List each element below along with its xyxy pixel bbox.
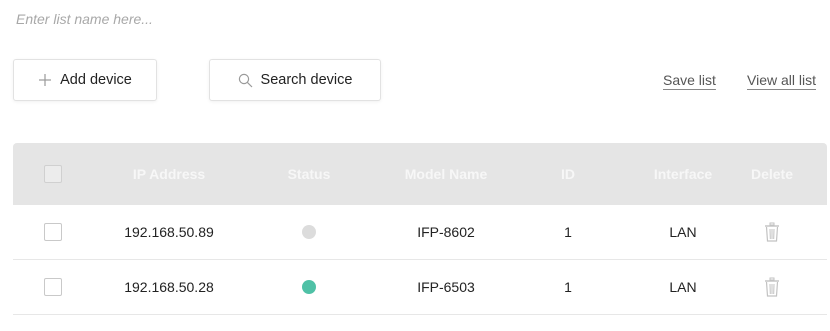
column-header-model-name: Model Name (404, 166, 488, 182)
save-list-link[interactable]: Save list (663, 72, 716, 88)
ip-address-cell: 192.168.50.28 (124, 279, 214, 295)
table-row: 192.168.50.28 IFP-6503 1 LAN (13, 260, 827, 315)
row-checkbox[interactable] (44, 223, 62, 241)
column-header-id: ID (561, 166, 575, 182)
add-device-button[interactable]: Add device (13, 59, 157, 101)
interface-cell: LAN (669, 224, 697, 240)
id-cell: 1 (564, 279, 572, 295)
status-cell (263, 260, 355, 314)
id-cell: 1 (564, 224, 572, 240)
trash-icon[interactable] (764, 222, 780, 242)
interface-cell: LAN (669, 279, 697, 295)
delete-cell (741, 205, 803, 259)
plus-icon (38, 73, 52, 87)
table-row: 192.168.50.89 IFP-8602 1 LAN (13, 205, 827, 260)
view-all-list-link[interactable]: View all list (747, 72, 816, 88)
device-table: IP Address Status Model Name ID Interfac… (13, 143, 827, 315)
status-indicator-dot (302, 225, 316, 239)
model-name-cell: IFP-6503 (417, 279, 475, 295)
search-device-button[interactable]: Search device (209, 59, 381, 101)
column-header-interface: Interface (653, 166, 713, 182)
column-header-ip-address: IP Address (132, 166, 206, 182)
table-header: IP Address Status Model Name ID Interfac… (13, 143, 827, 205)
column-header-delete: Delete (750, 166, 794, 182)
search-device-label: Search device (260, 72, 353, 88)
search-icon (238, 73, 253, 88)
column-header-status: Status (287, 166, 331, 182)
status-indicator-dot (302, 280, 316, 294)
select-all-checkbox[interactable] (44, 165, 62, 183)
ip-address-cell: 192.168.50.89 (124, 224, 214, 240)
status-cell (263, 205, 355, 259)
trash-icon[interactable] (764, 277, 780, 297)
list-name-input[interactable] (12, 6, 420, 32)
model-name-cell: IFP-8602 (417, 224, 475, 240)
add-device-label: Add device (60, 72, 132, 88)
row-checkbox[interactable] (44, 278, 62, 296)
device-list-page: Add device Search device Save list View … (0, 0, 830, 331)
delete-cell (741, 260, 803, 314)
